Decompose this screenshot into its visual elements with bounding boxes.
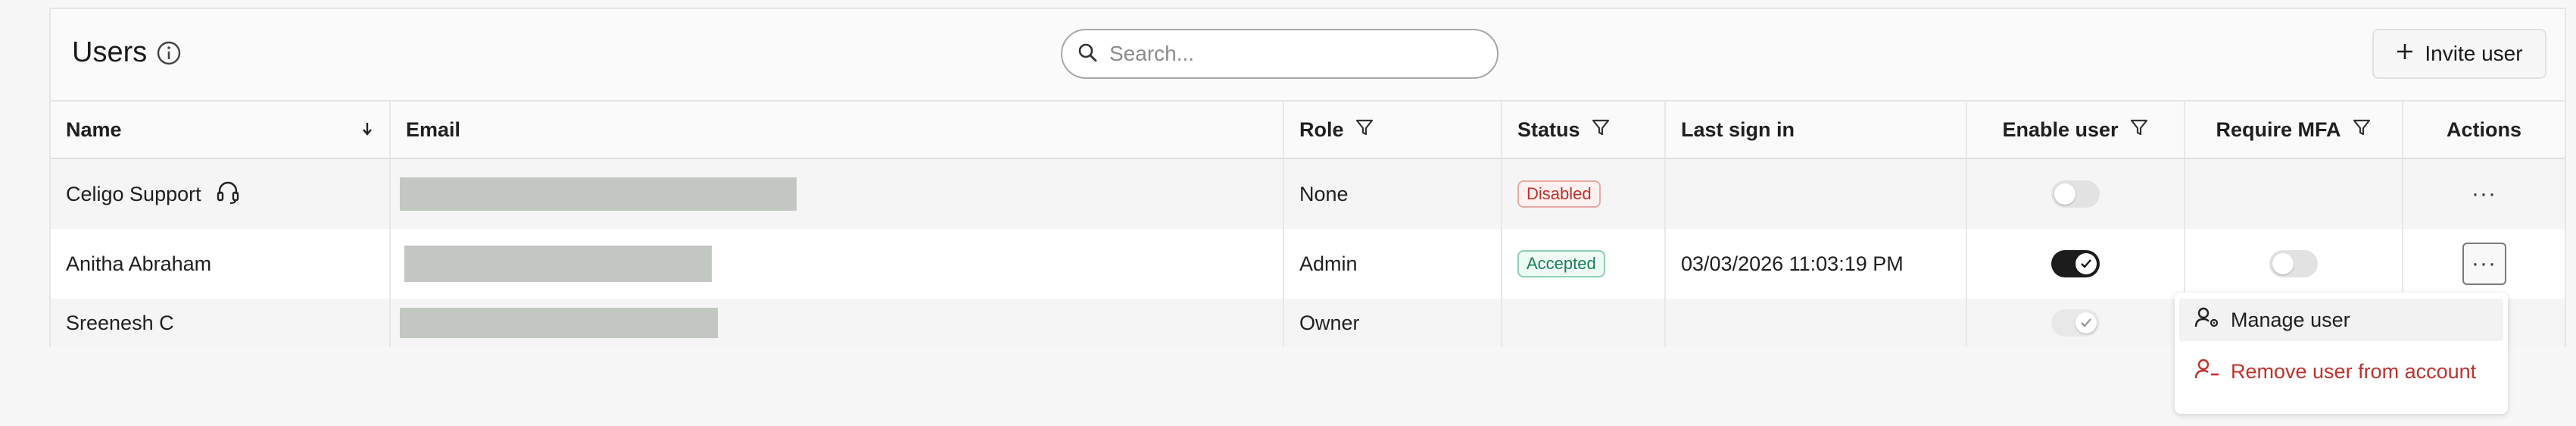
search-icon	[1077, 42, 1097, 66]
email-cell	[389, 299, 1283, 347]
status-cell: Disabled	[1501, 158, 1665, 229]
column-label-enable-user: Enable user	[2002, 117, 2119, 141]
require-mfa-cell	[2184, 229, 2403, 299]
table-row[interactable]: Celigo Support None Disabled ···	[51, 158, 2565, 229]
last-sign-in-cell	[1664, 299, 1966, 347]
info-icon[interactable]	[156, 40, 182, 66]
toggle-knob	[2272, 253, 2294, 274]
enable-user-cell	[1966, 299, 2185, 347]
remove-user-menu-item[interactable]: Remove user from account	[2175, 350, 2508, 393]
actions-cell: ···	[2402, 158, 2565, 229]
user-gear-icon	[2194, 306, 2220, 334]
require-mfa-cell	[2184, 158, 2403, 229]
enable-user-toggle[interactable]	[2051, 250, 2100, 277]
email-cell	[389, 229, 1283, 299]
toggle-knob	[2075, 312, 2097, 334]
require-mfa-toggle[interactable]	[2269, 250, 2318, 277]
check-icon	[2079, 312, 2093, 335]
remove-user-label: Remove user from account	[2231, 359, 2477, 383]
enable-user-toggle	[2051, 309, 2100, 337]
header-row: Name Email Role Status Last sign in Enab…	[51, 100, 2565, 159]
manage-user-label: Manage user	[2231, 308, 2350, 331]
column-header-role[interactable]: Role	[1283, 100, 1502, 159]
user-name: Anitha Abraham	[66, 252, 212, 275]
user-name: Sreenesh C	[66, 311, 174, 334]
status-badge: Disabled	[1517, 180, 1601, 208]
column-label-status: Status	[1517, 117, 1580, 141]
more-actions-button[interactable]: ···	[2462, 173, 2506, 215]
filter-icon[interactable]	[1355, 117, 1374, 143]
filter-icon[interactable]	[2129, 117, 2149, 143]
toggle-knob	[2054, 183, 2075, 205]
column-header-actions: Actions	[2402, 100, 2565, 159]
toggle-knob	[2075, 253, 2097, 274]
column-header-last-sign-in[interactable]: Last sign in	[1664, 100, 1966, 159]
role-cell: Admin	[1283, 229, 1502, 299]
redacted-email	[400, 308, 718, 338]
name-cell: Celigo Support	[51, 158, 390, 229]
name-cell: Anitha Abraham	[51, 229, 390, 299]
enable-user-cell	[1966, 229, 2185, 299]
user-minus-icon	[2194, 358, 2220, 386]
column-header-email[interactable]: Email	[389, 100, 1283, 159]
column-header-name[interactable]: Name	[51, 100, 390, 159]
enable-user-toggle[interactable]	[2051, 180, 2100, 208]
filter-icon[interactable]	[1591, 117, 1611, 143]
actions-cell: ···	[2402, 229, 2565, 299]
redacted-email	[400, 177, 797, 211]
column-label-require-mfa: Require MFA	[2216, 117, 2341, 141]
more-actions-button[interactable]: ···	[2462, 243, 2506, 285]
check-icon	[2079, 252, 2093, 276]
search-input[interactable]	[1108, 41, 1474, 67]
status-badge: Accepted	[1517, 250, 1605, 277]
column-label-last-sign-in: Last sign in	[1681, 117, 1795, 141]
manage-user-menu-item[interactable]: Manage user	[2179, 299, 2503, 341]
table-row[interactable]: Anitha Abraham Admin Accepted 03/03/2026…	[51, 229, 2565, 299]
enable-user-cell	[1966, 158, 2185, 229]
page-title: Users	[72, 36, 148, 68]
headset-icon	[215, 179, 241, 210]
column-header-enable-user[interactable]: Enable user	[1966, 100, 2185, 159]
status-cell	[1501, 299, 1665, 347]
invite-user-label: Invite user	[2425, 42, 2523, 65]
sort-down-icon[interactable]	[360, 118, 374, 142]
column-label-actions: Actions	[2446, 117, 2521, 141]
actions-dropdown-menu: Manage user Remove user from account	[2175, 293, 2508, 414]
column-header-status[interactable]: Status	[1501, 100, 1665, 159]
column-label-role: Role	[1299, 117, 1344, 141]
role-cell: Owner	[1283, 299, 1502, 347]
last-sign-in-cell: 03/03/2026 11:03:19 PM	[1664, 229, 1966, 299]
column-label-email: Email	[406, 117, 461, 141]
status-cell: Accepted	[1501, 229, 1665, 299]
users-header: Users Invite user	[51, 9, 2565, 100]
email-cell	[389, 158, 1283, 229]
filter-icon[interactable]	[2352, 117, 2372, 143]
column-label-name: Name	[66, 117, 122, 141]
invite-user-button[interactable]: Invite user	[2372, 29, 2546, 79]
name-cell: Sreenesh C	[51, 299, 390, 347]
last-sign-in-cell	[1664, 158, 1966, 229]
redacted-email	[404, 246, 712, 282]
title-wrap: Users	[72, 36, 182, 69]
search-box[interactable]	[1061, 29, 1499, 79]
plus-icon	[2396, 42, 2414, 66]
role-cell: None	[1283, 158, 1502, 229]
column-header-require-mfa[interactable]: Require MFA	[2184, 100, 2403, 159]
user-name: Celigo Support	[66, 182, 201, 205]
